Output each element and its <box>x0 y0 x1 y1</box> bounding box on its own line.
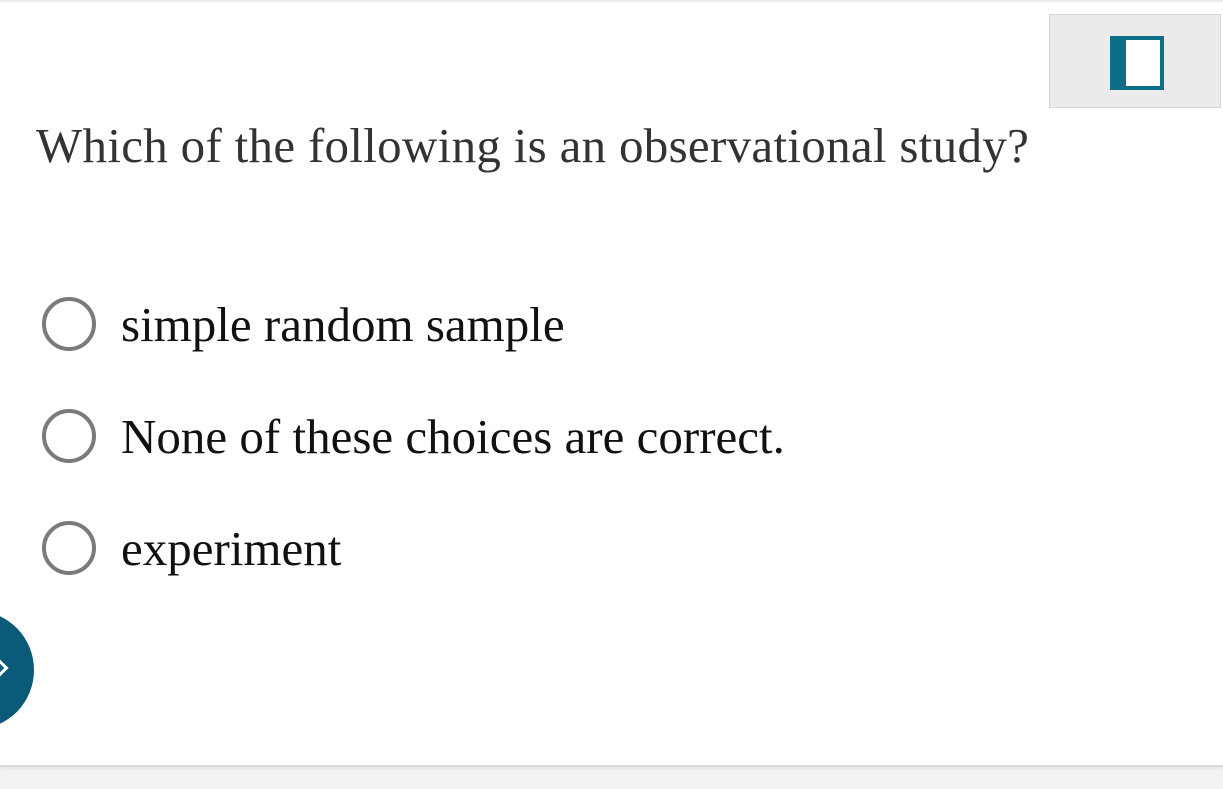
answer-option-label: experiment <box>121 520 342 576</box>
side-panel-toggle-button[interactable] <box>0 611 34 729</box>
question-card: Which of the following is an observation… <box>0 0 1223 767</box>
chevron-right-icon <box>0 659 9 677</box>
radio-button-icon[interactable] <box>42 297 96 351</box>
answer-option[interactable]: simple random sample <box>42 292 565 356</box>
answer-option[interactable]: None of these choices are correct. <box>42 404 785 468</box>
bookmark-button[interactable] <box>1049 14 1221 108</box>
answer-option[interactable]: experiment <box>42 516 341 580</box>
radio-button-icon[interactable] <box>42 409 96 463</box>
answer-option-label: None of these choices are correct. <box>121 408 785 464</box>
top-divider <box>0 0 1223 2</box>
question-text: Which of the following is an observation… <box>36 118 1030 173</box>
answer-option-label: simple random sample <box>121 296 565 352</box>
radio-button-icon[interactable] <box>42 521 96 575</box>
bookmark-flag-icon <box>1110 36 1164 90</box>
